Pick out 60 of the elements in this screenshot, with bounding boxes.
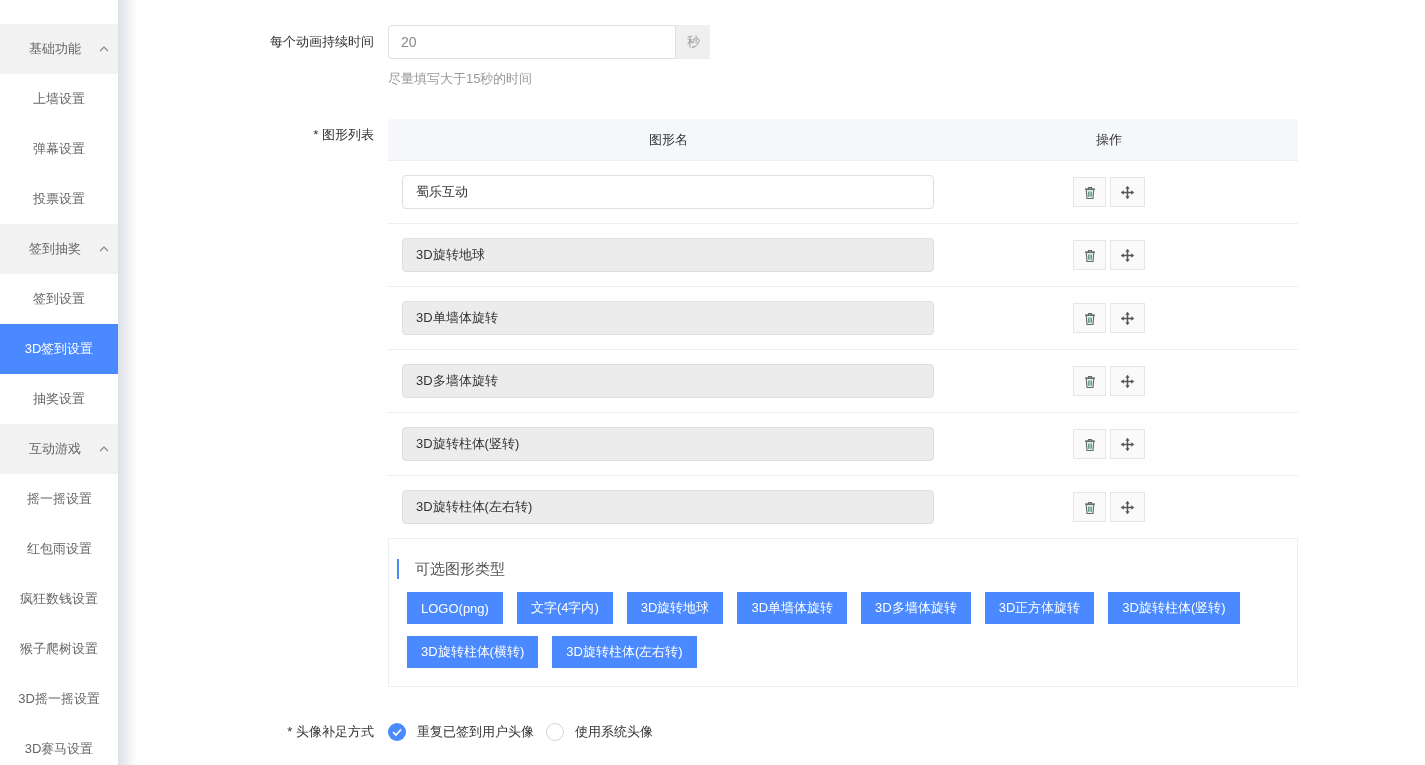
trash-icon: [1083, 248, 1096, 262]
form-label: * 头像补足方式: [287, 723, 374, 741]
drag-handle[interactable]: [1110, 177, 1145, 207]
sidebar-item[interactable]: 3D赛马设置: [0, 724, 118, 765]
unit-label: 秒: [676, 25, 710, 59]
delete-button[interactable]: [1073, 366, 1106, 396]
shape-type-button[interactable]: 3D旋转柱体(左右转): [552, 636, 697, 668]
drag-handle[interactable]: [1110, 429, 1145, 459]
sidebar-item[interactable]: 疯狂数钱设置: [0, 574, 118, 624]
move-icon: [1121, 374, 1134, 388]
duration-input[interactable]: 20: [388, 25, 676, 59]
hint-text: 尽量填写大于15秒的时间: [388, 70, 534, 88]
column-header: 操作: [1096, 130, 1122, 149]
form-label: * 图形列表: [313, 126, 374, 144]
delete-button[interactable]: [1073, 303, 1106, 333]
sidebar-item[interactable]: 3D摇一摇设置: [0, 674, 118, 724]
column-header: 图形名: [648, 130, 688, 149]
sidebar-item[interactable]: 红包雨设置: [0, 524, 118, 574]
sidebar-item[interactable]: 3D签到设置: [0, 324, 118, 374]
radio-option[interactable]: 使用系统头像: [575, 723, 653, 741]
shape-type-button[interactable]: 3D旋转柱体(竖转): [1108, 592, 1240, 624]
shape-type-button[interactable]: 文字(4字内): [516, 592, 613, 624]
trash-icon: [1083, 311, 1096, 325]
move-icon: [1121, 500, 1134, 514]
shape-type-button[interactable]: 3D旋转地球: [626, 592, 724, 624]
form-label: 每个动画持续时间: [270, 33, 374, 51]
sidebar-group-header[interactable]: 基础功能: [0, 24, 118, 74]
sidebar-item[interactable]: 猴子爬树设置: [0, 624, 118, 674]
shape-name-input[interactable]: 蜀乐互动: [402, 175, 934, 209]
delete-button[interactable]: [1073, 429, 1106, 459]
delete-button[interactable]: [1073, 240, 1106, 270]
sidebar-item[interactable]: 弹幕设置: [0, 124, 118, 174]
trash-icon: [1083, 185, 1096, 199]
sidebar-item[interactable]: 投票设置: [0, 174, 118, 224]
trash-icon: [1083, 437, 1096, 451]
shape-type-button[interactable]: 3D单墙体旋转: [737, 592, 848, 624]
panel-title: 可选图形类型: [397, 559, 1279, 579]
shape-type-button[interactable]: 3D正方体旋转: [984, 592, 1095, 624]
delete-button[interactable]: [1073, 492, 1106, 522]
radio-option[interactable]: 重复已签到用户头像: [417, 723, 534, 741]
drag-handle[interactable]: [1110, 492, 1145, 522]
shape-type-button[interactable]: 3D旋转柱体(横转): [407, 636, 539, 668]
drag-handle[interactable]: [1110, 366, 1145, 396]
drag-handle[interactable]: [1110, 303, 1145, 333]
drag-handle[interactable]: [1110, 240, 1145, 270]
move-icon: [1121, 248, 1134, 262]
sidebar-item[interactable]: 签到设置: [0, 274, 118, 324]
trash-icon: [1083, 374, 1096, 388]
delete-button[interactable]: [1073, 177, 1106, 207]
trash-icon: [1083, 500, 1096, 514]
move-icon: [1121, 437, 1134, 451]
sidebar-group-header[interactable]: 签到抽奖: [0, 224, 118, 274]
sidebar-item[interactable]: 摇一摇设置: [0, 474, 118, 524]
move-icon: [1121, 311, 1134, 325]
sidebar-item[interactable]: 上墙设置: [0, 74, 118, 124]
move-icon: [1121, 185, 1134, 199]
sidebar-group-header[interactable]: 互动游戏: [0, 424, 118, 474]
sidebar-item[interactable]: 抽奖设置: [0, 374, 118, 424]
shape-type-button[interactable]: LOGO(png): [407, 592, 503, 624]
shape-type-button[interactable]: 3D多墙体旋转: [861, 592, 971, 624]
